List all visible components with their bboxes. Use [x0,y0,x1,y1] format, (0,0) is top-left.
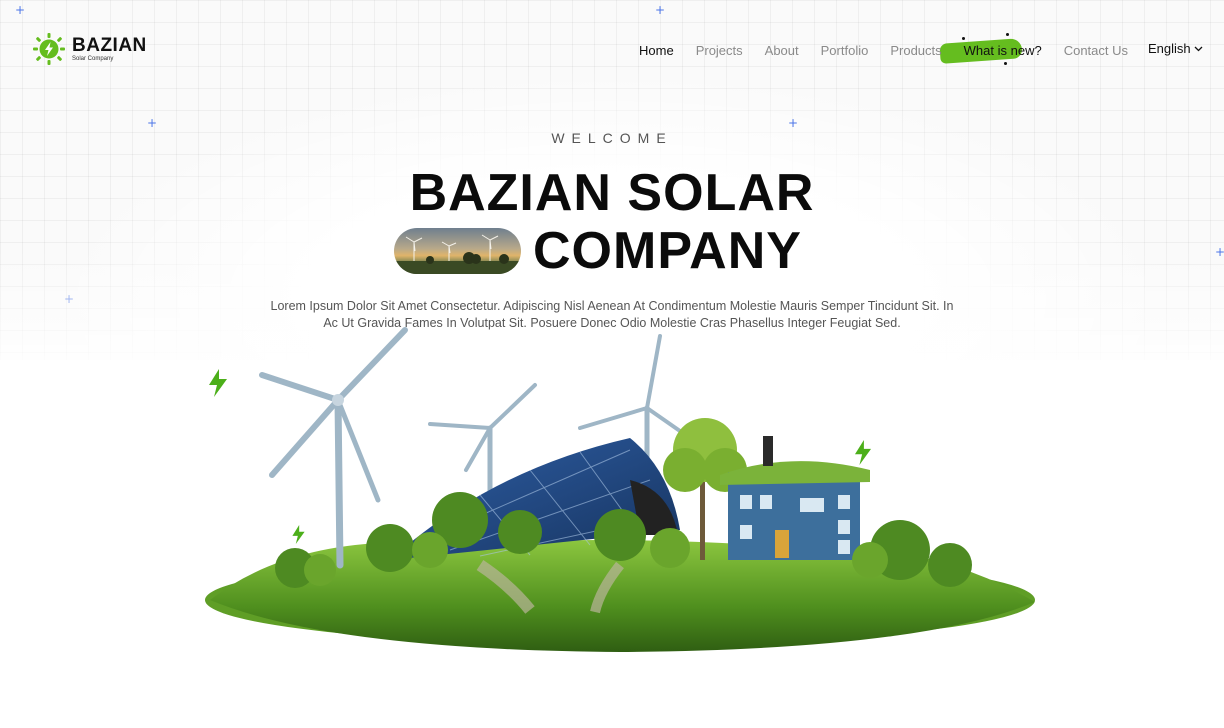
plus-icon: + [788,116,799,130]
nav-item-portfolio[interactable]: Portfolio [821,43,869,58]
nav-item-contact[interactable]: Contact Us [1064,43,1128,58]
language-label: English [1148,41,1191,56]
plus-icon: + [655,3,666,17]
nav-item-whats-new[interactable]: What is new? [964,43,1042,58]
language-selector[interactable]: English [1148,41,1203,56]
wind-turbines-sunset-image [394,228,521,274]
sparkle-dot [1006,33,1009,36]
brand-name: BAZIAN [72,35,147,56]
hero-title-line2: COMPANY [533,222,802,280]
sparkle-dot [962,37,965,40]
sun-logo-icon [33,33,65,65]
sparkle-dot [1004,62,1007,65]
plus-icon: + [147,116,158,130]
brand-logo[interactable]: BAZIAN Solar Company [32,32,147,66]
renewable-energy-island-illustration [205,327,1035,652]
hero-eyebrow: WELCOME [551,130,673,146]
nav-item-projects[interactable]: Projects [696,43,743,58]
plus-icon: + [1215,245,1224,259]
brand-tagline: Solar Company [72,56,114,62]
plus-icon: + [15,3,26,17]
nav-item-home[interactable]: Home [639,43,674,58]
nav-item-products[interactable]: Products [890,43,941,58]
chevron-down-icon [1194,46,1203,51]
hero-title-line2-row: COMPANY [394,223,802,279]
nav-item-about[interactable]: About [765,43,799,58]
main-nav: Home Projects About Portfolio Products W… [639,41,1150,59]
plus-icon: + [64,292,75,306]
hero-title-line1: BAZIAN SOLAR [409,164,815,222]
